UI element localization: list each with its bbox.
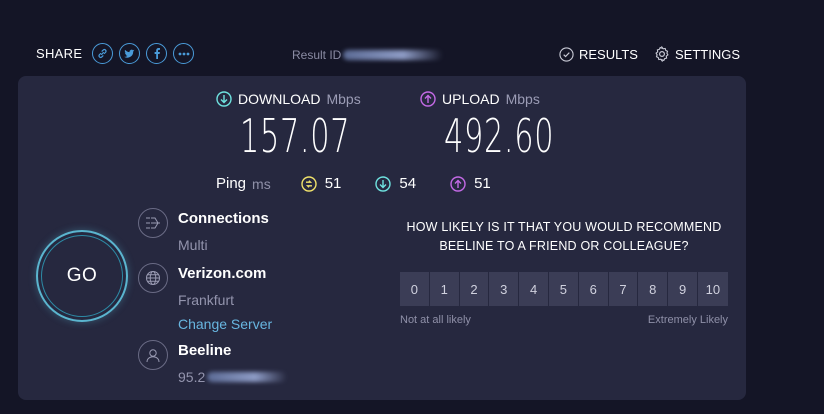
rating-button-5[interactable]: 5 [548, 272, 579, 306]
settings-label: SETTINGS [674, 46, 740, 62]
upload-metric: UPLOAD Mbps 492.60 [420, 91, 611, 163]
result-id-redacted [343, 50, 444, 60]
gear-icon [655, 46, 669, 62]
rating-button-0[interactable]: 0 [400, 272, 430, 306]
connections-info: Connections Multi [138, 208, 269, 253]
survey-question-line2: BEELINE TO A FRIEND OR COLLEAGUE? [439, 239, 689, 253]
rating-button-3[interactable]: 3 [489, 272, 520, 306]
share-bar: SHARE [36, 43, 195, 64]
rating-button-9[interactable]: 9 [668, 272, 698, 306]
ping-idle-value: 51 [324, 175, 342, 192]
survey-question-line1: HOW LIKELY IS IT THAT YOU WOULD RECOMMEN… [406, 220, 722, 234]
download-value: 157.07 [240, 109, 351, 163]
more-icon[interactable] [173, 43, 195, 64]
ping-download-value: 54 [399, 175, 417, 192]
isp-ip: 95.2 [178, 369, 288, 385]
download-unit: Mbps [326, 91, 361, 107]
ping-unit: ms [252, 175, 271, 192]
rating-button-1[interactable]: 1 [429, 272, 460, 306]
result-id: Result ID [292, 48, 444, 62]
isp-ip-value: 95.2 [178, 369, 206, 385]
rating-button-8[interactable]: 8 [638, 272, 669, 306]
ping-idle: 51 [301, 175, 342, 192]
scale-high-label: Extremely Likely [647, 314, 728, 326]
connections-value: Multi [178, 237, 208, 253]
globe-icon [138, 263, 168, 293]
connections-title: Connections [178, 210, 269, 227]
upload-unit: Mbps [505, 91, 540, 107]
top-nav: RESULTS SETTINGS [559, 46, 740, 62]
check-circle-icon [559, 46, 574, 62]
ping-row: Ping ms 51 54 51 [216, 175, 525, 192]
isp-info: Beeline 95.2 [138, 340, 288, 385]
rating-button-7[interactable]: 7 [608, 272, 639, 306]
settings-button[interactable]: SETTINGS [654, 46, 740, 62]
connections-icon[interactable] [138, 208, 168, 238]
user-icon [138, 340, 168, 370]
rating-button-10[interactable]: 10 [697, 272, 728, 306]
twitter-icon[interactable] [119, 43, 141, 64]
link-icon[interactable] [92, 43, 114, 64]
recommend-survey: HOW LIKELY IS IT THAT YOU WOULD RECOMMEN… [400, 218, 728, 326]
change-server-link[interactable]: Change Server [178, 316, 272, 332]
isp-ip-redacted [207, 372, 288, 382]
download-metric: DOWNLOAD Mbps 157.07 [216, 91, 407, 163]
ping-label: Ping [216, 175, 247, 192]
scale-low-label: Not at all likely [400, 314, 471, 326]
go-label: GO [66, 265, 98, 286]
download-arrow-icon [216, 91, 232, 107]
result-id-label: Result ID [292, 48, 342, 62]
idle-latency-icon [301, 175, 317, 192]
results-label: RESULTS [578, 46, 638, 62]
upload-label: UPLOAD [442, 91, 500, 107]
results-button[interactable]: RESULTS [559, 46, 638, 62]
ping-upload: 51 [450, 175, 491, 192]
isp-name: Beeline [178, 342, 232, 359]
rating-button-4[interactable]: 4 [519, 272, 549, 306]
share-label: SHARE [36, 46, 83, 61]
upload-latency-icon [450, 175, 466, 192]
result-panel: DOWNLOAD Mbps 157.07 UPLOAD Mbps 492.60 … [18, 76, 746, 400]
server-name: Verizon.com [178, 265, 267, 282]
survey-question: HOW LIKELY IS IT THAT YOU WOULD RECOMMEN… [400, 218, 728, 256]
rating-button-6[interactable]: 6 [578, 272, 609, 306]
go-button[interactable]: GO [36, 230, 128, 322]
rating-button-2[interactable]: 2 [459, 272, 490, 306]
server-info: Verizon.com Frankfurt Change Server [138, 263, 272, 332]
rating-scale: 0 1 2 3 4 5 6 7 8 9 10 [400, 272, 728, 306]
download-latency-icon [375, 175, 392, 192]
scale-legend: Not at all likely Extremely Likely [400, 314, 728, 326]
upload-value: 492.60 [444, 109, 555, 163]
upload-arrow-icon [420, 91, 436, 107]
ping-upload-value: 51 [474, 175, 491, 192]
ping-download: 54 [375, 175, 416, 192]
facebook-icon[interactable] [146, 43, 168, 64]
download-label: DOWNLOAD [238, 91, 321, 107]
server-location: Frankfurt [178, 292, 235, 308]
